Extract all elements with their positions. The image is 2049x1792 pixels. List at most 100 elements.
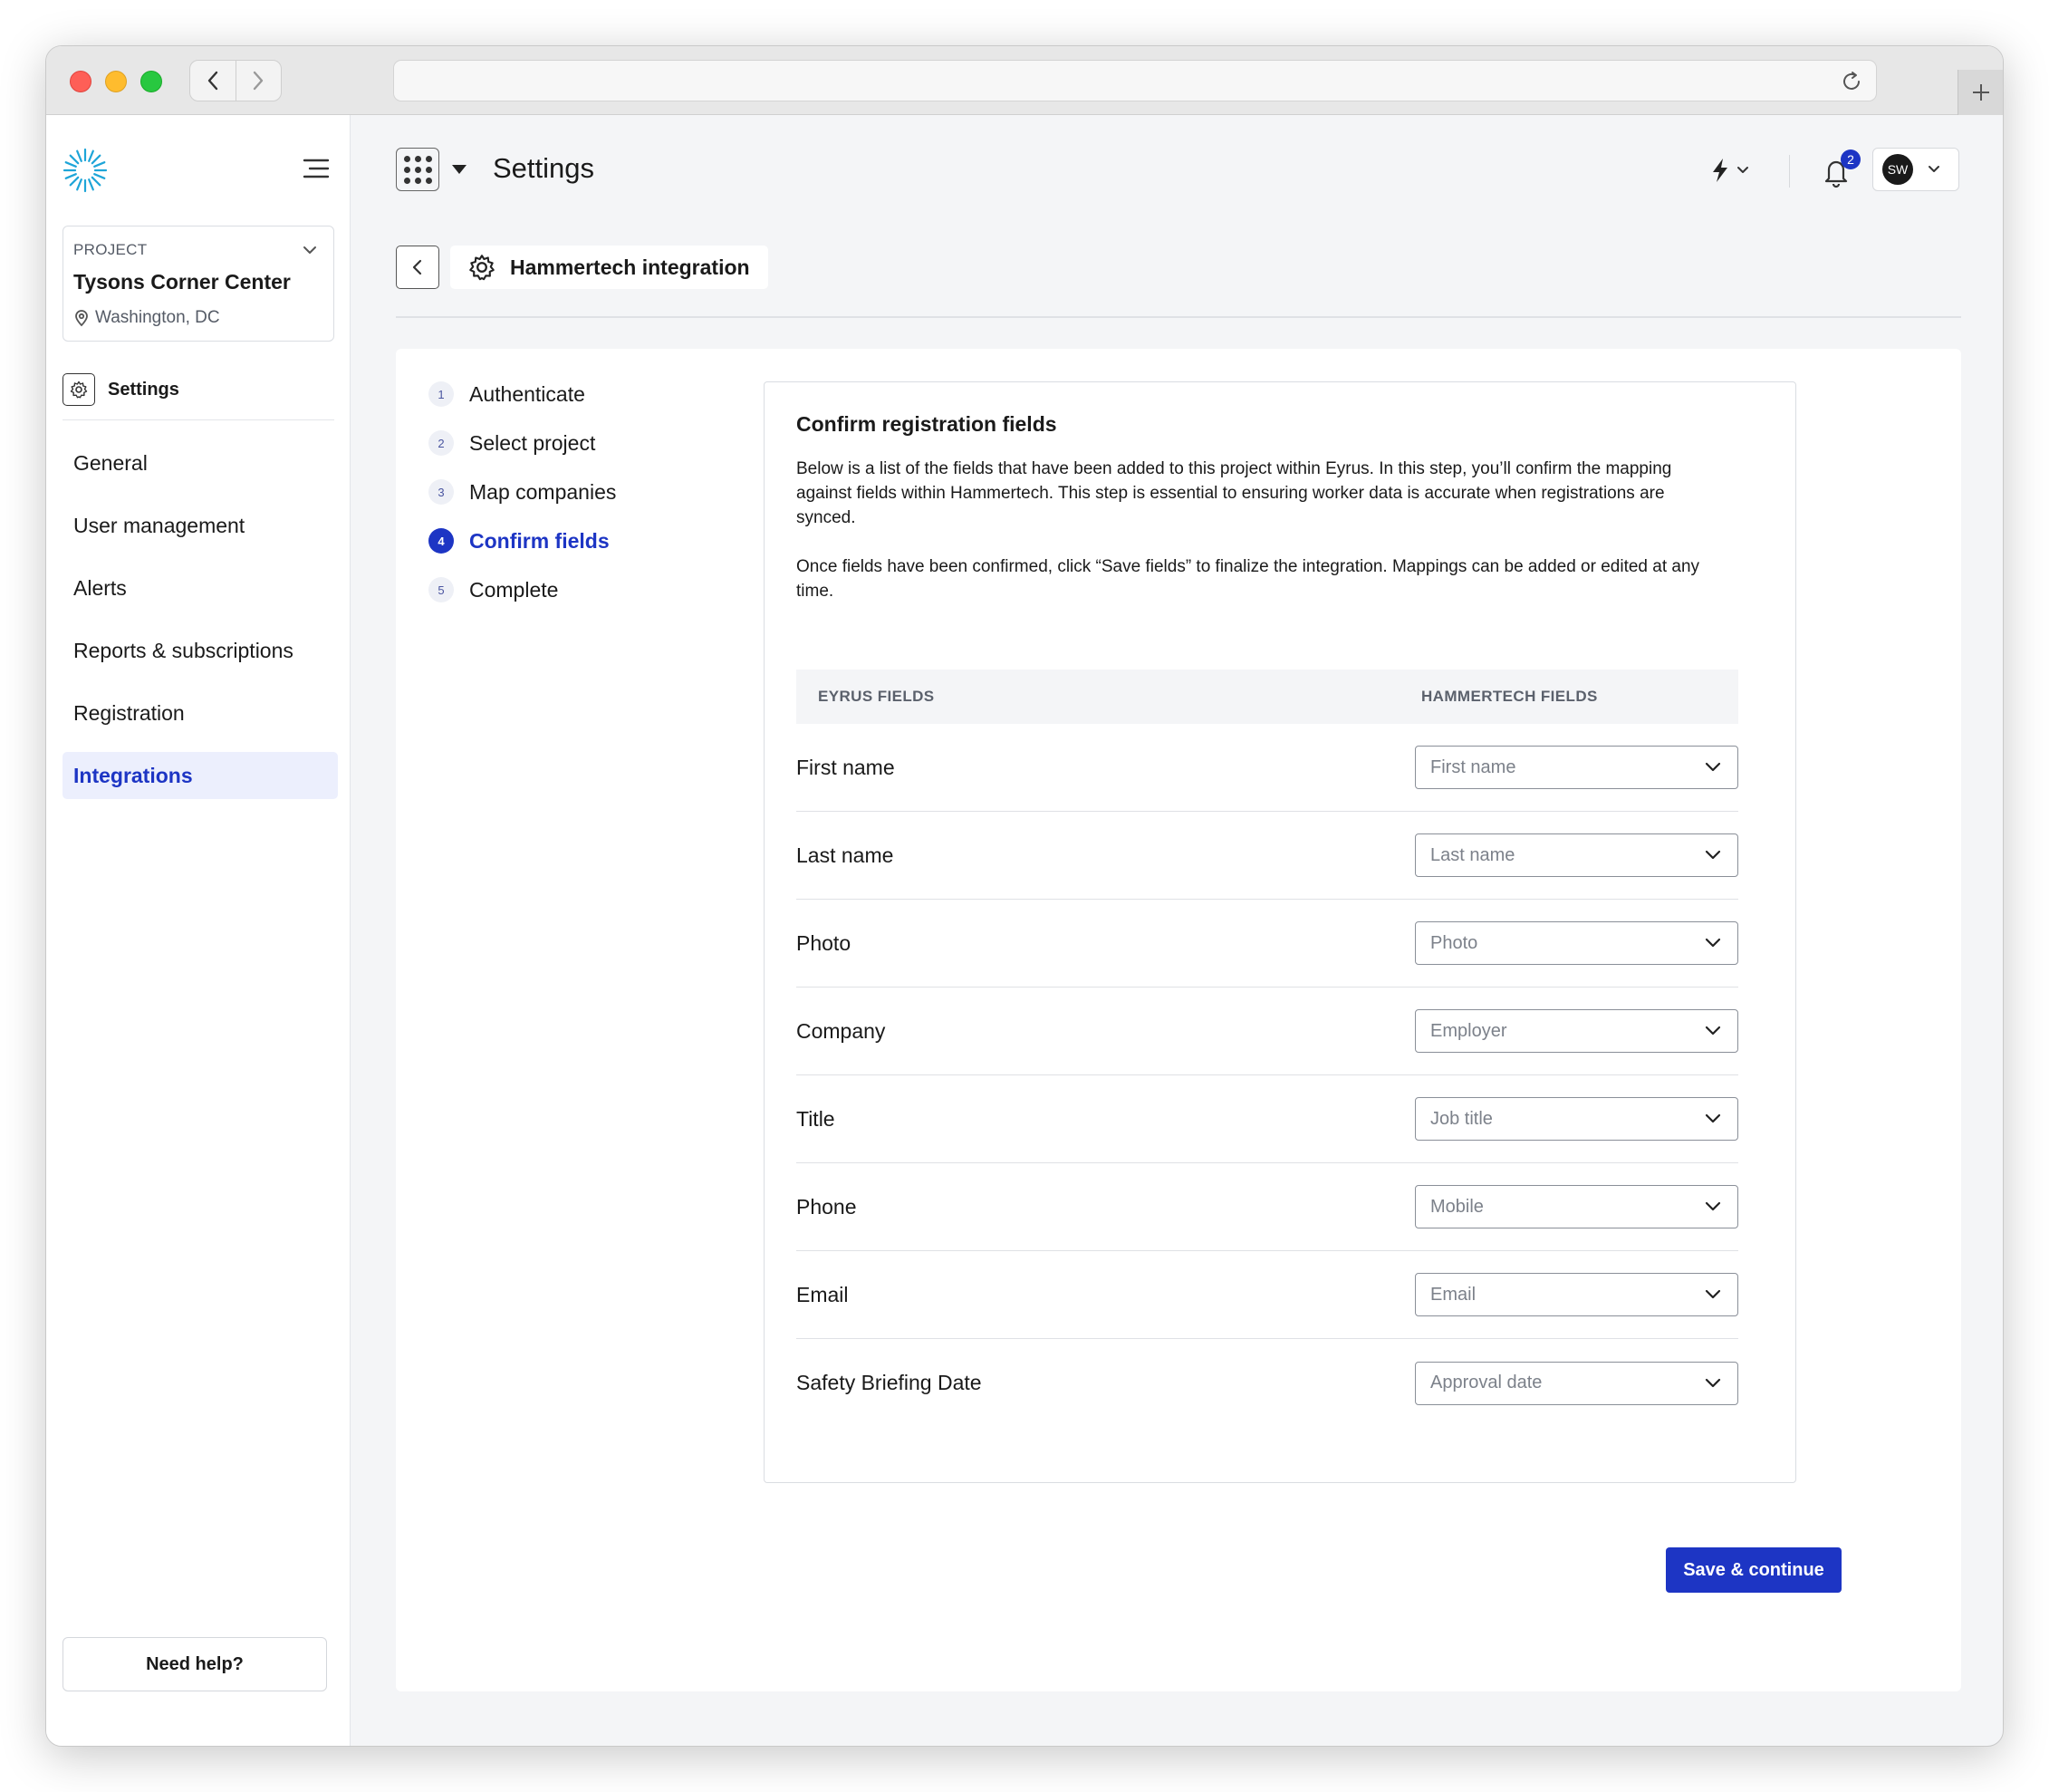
location-pin-icon bbox=[75, 310, 88, 327]
chevron-down-icon bbox=[1705, 762, 1721, 772]
card-description: Below is a list of the fields that have … bbox=[796, 457, 1702, 628]
chevron-down-icon bbox=[1705, 1289, 1721, 1299]
eyrus-field-name: Title bbox=[796, 1106, 835, 1131]
gear-icon bbox=[469, 255, 495, 281]
maximize-window-button[interactable] bbox=[140, 71, 162, 92]
table-row: Phone Mobile bbox=[796, 1163, 1738, 1251]
table-row: Safety Briefing Date Approval date bbox=[796, 1339, 1738, 1427]
hammertech-field-select[interactable]: Email bbox=[1415, 1273, 1738, 1316]
eyrus-field-name: First name bbox=[796, 755, 895, 779]
chevron-down-icon bbox=[1737, 167, 1748, 173]
reload-icon[interactable] bbox=[1840, 70, 1863, 93]
hammertech-field-select[interactable]: Employer bbox=[1415, 1009, 1738, 1053]
description-paragraph: Below is a list of the fields that have … bbox=[796, 459, 1672, 527]
history-nav bbox=[189, 60, 282, 101]
sidebar-item-reports-subscriptions[interactable]: Reports & subscriptions bbox=[63, 627, 338, 674]
menu-icon[interactable] bbox=[303, 157, 330, 180]
hammertech-field-select[interactable]: Last name bbox=[1415, 833, 1738, 877]
sidebar-item-registration[interactable]: Registration bbox=[63, 689, 338, 737]
avatar: SW bbox=[1882, 154, 1913, 185]
step-label: Select project bbox=[469, 430, 596, 455]
stepper: 1 Authenticate 2 Select project 3 Map compa… bbox=[428, 376, 616, 621]
sidebar-item-integrations[interactable]: Integrations bbox=[63, 752, 338, 799]
select-value: Employer bbox=[1430, 1020, 1507, 1041]
table-row: Title Job title bbox=[796, 1075, 1738, 1163]
sidebar-item-alerts[interactable]: Alerts bbox=[63, 564, 338, 612]
chevron-down-icon bbox=[1705, 1113, 1721, 1123]
step-number: 3 bbox=[428, 479, 454, 505]
confirm-fields-card: Confirm registration fields Below is a l… bbox=[764, 381, 1796, 1483]
eyrus-field-name: Company bbox=[796, 1018, 886, 1043]
step-number: 1 bbox=[428, 381, 454, 407]
lightning-icon bbox=[1713, 159, 1727, 182]
table-row: First name First name bbox=[796, 724, 1738, 812]
integration-panel: 1 Authenticate 2 Select project 3 Map compa… bbox=[396, 349, 1961, 1691]
step-map-companies[interactable]: 3 Map companies bbox=[428, 474, 616, 510]
eyrus-field-name: Last name bbox=[796, 843, 894, 867]
field-mapping-table: EYRUS FIELDS HAMMERTECH FIELDS First nam… bbox=[796, 670, 1738, 1427]
chevron-down-icon bbox=[1705, 1026, 1721, 1036]
address-bar[interactable] bbox=[393, 60, 1877, 101]
project-name: Tysons Corner Center bbox=[73, 270, 291, 294]
app-grid-icon[interactable] bbox=[396, 148, 439, 191]
hammertech-field-select[interactable]: Approval date bbox=[1415, 1361, 1738, 1405]
hammertech-field-select[interactable]: First name bbox=[1415, 746, 1738, 789]
gear-icon bbox=[63, 373, 95, 406]
settings-section-title: Settings bbox=[108, 380, 179, 400]
select-value: Job title bbox=[1430, 1108, 1493, 1129]
step-confirm-fields[interactable]: 4 Confirm fields bbox=[428, 523, 616, 559]
step-number: 2 bbox=[428, 430, 454, 456]
hammertech-field-select[interactable]: Mobile bbox=[1415, 1185, 1738, 1228]
card-title: Confirm registration fields bbox=[796, 412, 1057, 436]
save-continue-button[interactable]: Save & continue bbox=[1666, 1547, 1842, 1593]
eyrus-field-name: Photo bbox=[796, 930, 851, 955]
minimize-window-button[interactable] bbox=[105, 71, 127, 92]
browser-window: PROJECT Tysons Corner Center Washington,… bbox=[45, 45, 2004, 1747]
eyrus-field-name: Email bbox=[796, 1282, 849, 1306]
chevron-down-icon bbox=[303, 246, 316, 254]
browser-titlebar bbox=[46, 46, 2003, 115]
page-title: Settings bbox=[493, 152, 595, 184]
top-bar: Settings 2 SW bbox=[351, 115, 2003, 233]
forward-arrow-icon[interactable] bbox=[236, 61, 282, 101]
table-row: Email Email bbox=[796, 1251, 1738, 1339]
notification-count-badge: 2 bbox=[1841, 149, 1861, 169]
select-value: Mobile bbox=[1430, 1196, 1484, 1217]
caret-down-icon[interactable] bbox=[452, 165, 467, 174]
column-header-eyrus: EYRUS FIELDS bbox=[818, 688, 935, 705]
step-complete[interactable]: 5 Complete bbox=[428, 572, 616, 608]
back-arrow-icon[interactable] bbox=[190, 61, 236, 101]
select-value: Approval date bbox=[1430, 1373, 1543, 1392]
select-value: Email bbox=[1430, 1284, 1477, 1305]
breadcrumb: Hammertech integration bbox=[396, 246, 1961, 318]
sidebar-item-general[interactable]: General bbox=[63, 439, 338, 487]
eyrus-logo-icon[interactable] bbox=[63, 148, 108, 193]
step-authenticate[interactable]: 1 Authenticate bbox=[428, 376, 616, 412]
user-menu-button[interactable]: SW bbox=[1872, 148, 1959, 191]
description-paragraph: Once fields have been confirmed, click “… bbox=[796, 557, 1700, 601]
chevron-down-icon bbox=[1929, 166, 1939, 172]
chevron-down-icon bbox=[1705, 850, 1721, 860]
step-label: Map companies bbox=[469, 479, 617, 504]
step-select-project[interactable]: 2 Select project bbox=[428, 425, 616, 461]
table-row: Last name Last name bbox=[796, 812, 1738, 900]
divider bbox=[1789, 155, 1790, 188]
plus-icon bbox=[1972, 84, 1989, 101]
close-window-button[interactable] bbox=[70, 71, 91, 92]
step-label: Confirm fields bbox=[469, 528, 610, 553]
sidebar: PROJECT Tysons Corner Center Washington,… bbox=[46, 115, 351, 1746]
breadcrumb-current: Hammertech integration bbox=[450, 246, 768, 289]
quick-actions-button[interactable] bbox=[1709, 155, 1764, 186]
sidebar-item-user-management[interactable]: User management bbox=[63, 502, 338, 549]
project-selector[interactable]: PROJECT Tysons Corner Center Washington,… bbox=[63, 226, 334, 342]
hammertech-field-select[interactable]: Photo bbox=[1415, 921, 1738, 965]
new-tab-button[interactable] bbox=[1958, 70, 2003, 115]
eyrus-field-name: Safety Briefing Date bbox=[796, 1371, 982, 1394]
back-button[interactable] bbox=[396, 246, 439, 289]
breadcrumb-label: Hammertech integration bbox=[510, 255, 750, 279]
hammertech-field-select[interactable]: Job title bbox=[1415, 1097, 1738, 1141]
select-value: Photo bbox=[1430, 932, 1478, 953]
table-row: Photo Photo bbox=[796, 900, 1738, 988]
need-help-button[interactable]: Need help? bbox=[63, 1637, 327, 1691]
chevron-down-icon bbox=[1705, 1201, 1721, 1211]
